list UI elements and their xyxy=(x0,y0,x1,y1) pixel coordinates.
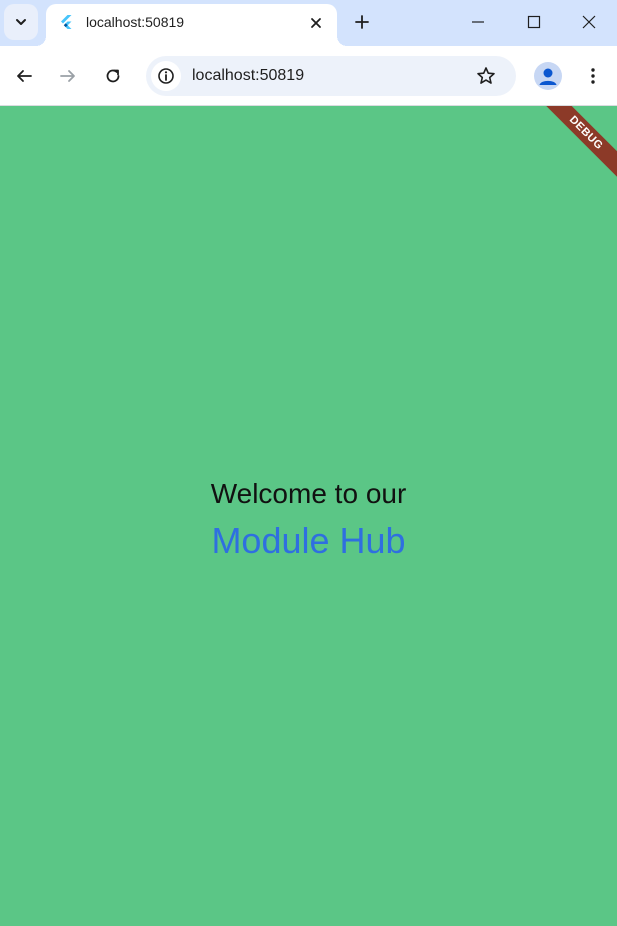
back-button[interactable] xyxy=(8,60,40,92)
module-hub-title: Module Hub xyxy=(211,520,406,561)
plus-icon xyxy=(355,15,369,29)
bookmark-button[interactable] xyxy=(470,60,502,92)
minimize-button[interactable] xyxy=(450,0,506,44)
close-window-button[interactable] xyxy=(561,0,617,44)
person-icon xyxy=(539,68,557,85)
kebab-menu-icon xyxy=(591,68,595,84)
url-text[interactable]: localhost:50819 xyxy=(192,67,304,85)
tab-title: localhost:50819 xyxy=(86,14,185,30)
site-info-button[interactable] xyxy=(151,61,181,91)
arrow-right-icon xyxy=(60,70,75,82)
forward-button[interactable] xyxy=(52,60,84,92)
maximize-icon xyxy=(527,15,541,29)
page-viewport: Welcome to our Module Hub DEBUG xyxy=(0,106,617,926)
new-tab-button[interactable] xyxy=(346,6,378,38)
close-icon xyxy=(311,18,321,28)
browser-toolbar: localhost:50819 xyxy=(0,46,617,106)
address-bar[interactable]: localhost:50819 xyxy=(146,56,516,96)
reload-button[interactable] xyxy=(97,60,129,92)
browser-menu-button[interactable] xyxy=(577,60,609,92)
maximize-button[interactable] xyxy=(506,0,562,44)
browser-tab[interactable]: localhost:50819 xyxy=(36,4,347,46)
arrow-left-icon xyxy=(17,70,32,82)
debug-banner: DEBUG xyxy=(533,106,617,186)
profile-button[interactable] xyxy=(534,62,562,90)
close-icon xyxy=(582,15,596,29)
reload-icon xyxy=(106,69,120,83)
star-icon xyxy=(477,67,495,84)
chevron-down-icon xyxy=(16,19,26,25)
welcome-text: Welcome to our xyxy=(210,478,407,509)
tab-strip: localhost:50819 xyxy=(0,0,617,46)
flutter-icon xyxy=(61,15,72,29)
tab-close-button[interactable] xyxy=(304,11,328,35)
minimize-icon xyxy=(472,21,484,23)
tab-search-button[interactable] xyxy=(4,4,38,40)
info-icon xyxy=(158,68,174,84)
